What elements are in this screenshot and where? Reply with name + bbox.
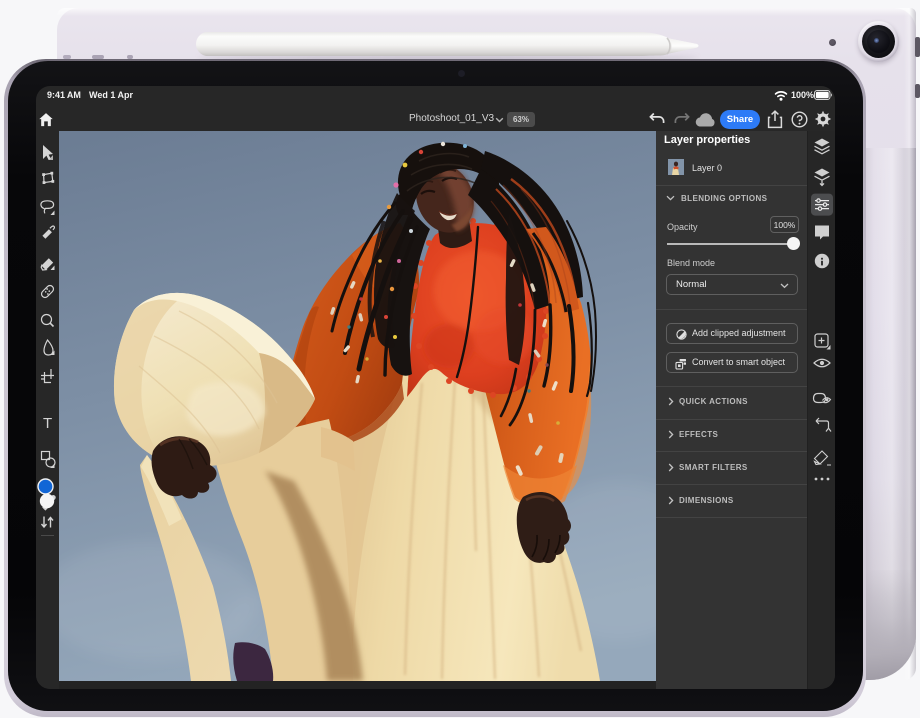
svg-text:T: T — [43, 415, 52, 432]
